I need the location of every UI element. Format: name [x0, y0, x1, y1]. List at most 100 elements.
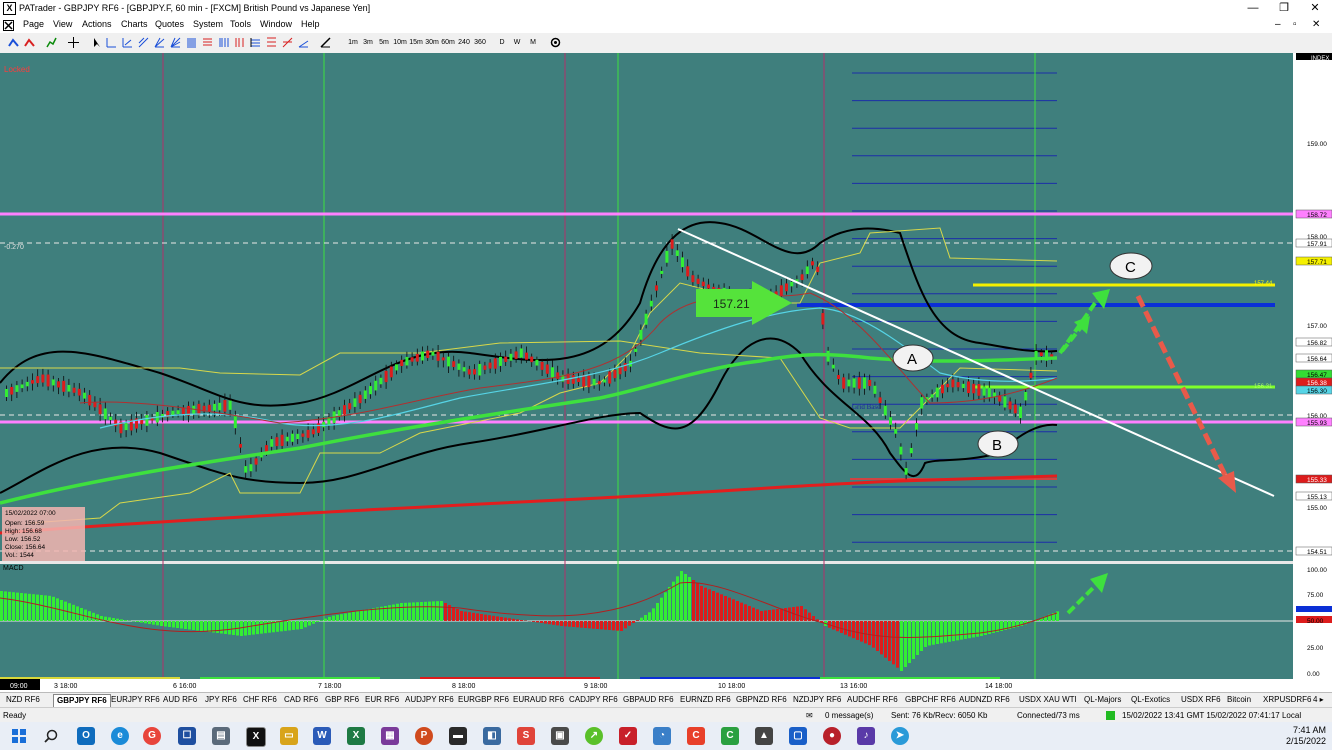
- maximize-button[interactable]: ❐: [1273, 1, 1295, 15]
- menu-window[interactable]: Window: [260, 19, 292, 29]
- symbol-tab[interactable]: EURGBP RF6: [455, 694, 512, 706]
- app-icon-4[interactable]: ▬: [449, 727, 467, 745]
- order-tool-icon[interactable]: [8, 37, 19, 48]
- tab-scroll-arrows-icon[interactable]: 4 ▸: [1310, 694, 1327, 706]
- menu-tools[interactable]: Tools: [230, 19, 251, 29]
- app-icon-c1[interactable]: C: [687, 727, 705, 745]
- symbol-tab[interactable]: AUD RF6: [160, 694, 200, 706]
- menu-view[interactable]: View: [53, 19, 72, 29]
- symbol-tab[interactable]: EURAUD RF6: [510, 694, 567, 706]
- app-icon-1[interactable]: ☐: [178, 727, 196, 745]
- symbol-tab[interactable]: GBPNZD RF6: [733, 694, 790, 706]
- search-icon[interactable]: [44, 729, 58, 743]
- outlook-icon[interactable]: O: [77, 727, 95, 745]
- excel-icon[interactable]: X: [347, 727, 365, 745]
- fib-extension-icon[interactable]: [202, 37, 213, 48]
- symbol-tab[interactable]: AUDCHF RF6: [844, 694, 901, 706]
- mdi-minimize-button[interactable]: –: [1275, 19, 1281, 30]
- sync-icon[interactable]: [550, 37, 561, 48]
- taskbar-clock[interactable]: 7:41 AM 2/15/2022: [1286, 725, 1326, 747]
- symbol-tab[interactable]: NZDJPY RF6: [790, 694, 844, 706]
- app-icon-3[interactable]: ▦: [381, 727, 399, 745]
- menu-actions[interactable]: Actions: [82, 19, 112, 29]
- fib-fan-icon[interactable]: [170, 37, 181, 48]
- telegram-icon[interactable]: ➤: [891, 727, 909, 745]
- pointer-icon[interactable]: [92, 37, 103, 48]
- symbol-tab[interactable]: GBPJPY RF6: [53, 694, 111, 707]
- cycle-tool-icon[interactable]: [282, 37, 293, 48]
- app-menu-icon[interactable]: [3, 20, 14, 31]
- grid-tool-icon[interactable]: [250, 37, 261, 48]
- symbol-tab[interactable]: AUDJPY RF6: [402, 694, 457, 706]
- crosshair-icon[interactable]: [68, 37, 79, 48]
- status-messages[interactable]: 0 message(s): [825, 711, 873, 720]
- app-icon-6[interactable]: ▣: [551, 727, 569, 745]
- word-icon[interactable]: W: [313, 727, 331, 745]
- fib-time-2-icon[interactable]: [234, 37, 245, 48]
- fib-retracement-icon[interactable]: [186, 37, 197, 48]
- order-tool-2-icon[interactable]: [24, 37, 35, 48]
- timeframe-240[interactable]: 240: [456, 36, 472, 49]
- pitchfork-icon[interactable]: [266, 37, 277, 48]
- file-explorer-icon[interactable]: ▭: [280, 727, 298, 745]
- app-icon-s[interactable]: S: [517, 727, 535, 745]
- symbol-tab[interactable]: JPY RF6: [202, 694, 240, 706]
- channel-tool-icon[interactable]: [138, 37, 149, 48]
- timeframe-360[interactable]: 360: [472, 36, 488, 49]
- timeframe-5m[interactable]: 5m: [377, 36, 391, 49]
- timeframe-1m[interactable]: 1m: [346, 36, 360, 49]
- timeframe-15m[interactable]: 15m: [408, 36, 424, 49]
- app-icon-9[interactable]: ◔: [653, 727, 671, 745]
- powerpoint-icon[interactable]: P: [415, 727, 433, 745]
- edge-icon[interactable]: e: [111, 727, 129, 745]
- symbol-tab[interactable]: USDX XAU WTI: [1016, 694, 1080, 706]
- menu-charts[interactable]: Charts: [121, 19, 148, 29]
- gann-tool-icon[interactable]: [154, 37, 165, 48]
- symbol-tab[interactable]: QL-Majors: [1081, 694, 1124, 706]
- patrader-taskbar-icon[interactable]: X: [246, 727, 266, 747]
- symbol-tab[interactable]: EURNZD RF6: [677, 694, 734, 706]
- timeframe-3m[interactable]: 3m: [361, 36, 375, 49]
- symbol-tab[interactable]: XRPUSDRF6: [1260, 694, 1314, 706]
- fib-time-icon[interactable]: [218, 37, 229, 48]
- menu-help[interactable]: Help: [301, 19, 320, 29]
- symbol-tab[interactable]: EURJPY RF6: [108, 694, 163, 706]
- symbol-tab[interactable]: NZD RF6: [3, 694, 43, 706]
- app-icon-11[interactable]: ▢: [789, 727, 807, 745]
- app-icon-8[interactable]: ✓: [619, 727, 637, 745]
- symbol-tab[interactable]: Bitcoin: [1224, 694, 1254, 706]
- timeframe-weekly[interactable]: W: [512, 36, 522, 49]
- chrome-icon[interactable]: G: [143, 727, 161, 745]
- angle-tool-icon[interactable]: [298, 37, 309, 48]
- close-button[interactable]: ✕: [1304, 1, 1326, 15]
- symbol-tab[interactable]: QL-Exotics: [1128, 694, 1173, 706]
- draw-tool-icon[interactable]: [320, 37, 331, 48]
- symbol-tab[interactable]: CADJPY RF6: [566, 694, 621, 706]
- app-icon-13[interactable]: ♪: [857, 727, 875, 745]
- timeframe-30m[interactable]: 30m: [424, 36, 440, 49]
- hline-tool-icon[interactable]: [106, 37, 117, 48]
- symbol-tab[interactable]: GBPAUD RF6: [620, 694, 677, 706]
- timeframe-daily[interactable]: D: [497, 36, 507, 49]
- mdi-restore-button[interactable]: ▫: [1293, 19, 1297, 30]
- menu-quotes[interactable]: Quotes: [155, 19, 184, 29]
- symbol-tab[interactable]: AUDNZD RF6: [956, 694, 1013, 706]
- timeframe-10m[interactable]: 10m: [392, 36, 408, 49]
- menu-page[interactable]: Page: [23, 19, 44, 29]
- trendline-tool-icon[interactable]: [122, 37, 133, 48]
- app-icon-10[interactable]: ▲: [755, 727, 773, 745]
- symbol-tab[interactable]: CAD RF6: [281, 694, 321, 706]
- timeframe-60m[interactable]: 60m: [440, 36, 456, 49]
- windows-start-icon[interactable]: [12, 729, 26, 743]
- symbol-tab[interactable]: GBP RF6: [322, 694, 362, 706]
- minimize-button[interactable]: —: [1242, 1, 1264, 15]
- price-chart[interactable]: 159.00158.72158.00157.91157.71157.00156.…: [0, 53, 1332, 690]
- app-icon-2[interactable]: ▤: [212, 727, 230, 745]
- chart-window[interactable]: 159.00 158.72 158.00 157.91 157.71 157.00 156.…: [0, 53, 1332, 690]
- symbol-tab[interactable]: CHF RF6: [240, 694, 280, 706]
- app-icon-7[interactable]: ↗: [585, 727, 603, 745]
- symbol-tab[interactable]: EUR RF6: [362, 694, 402, 706]
- symbol-tab[interactable]: USDX RF6: [1178, 694, 1224, 706]
- app-icon-c2[interactable]: C: [721, 727, 739, 745]
- menu-system[interactable]: System: [193, 19, 223, 29]
